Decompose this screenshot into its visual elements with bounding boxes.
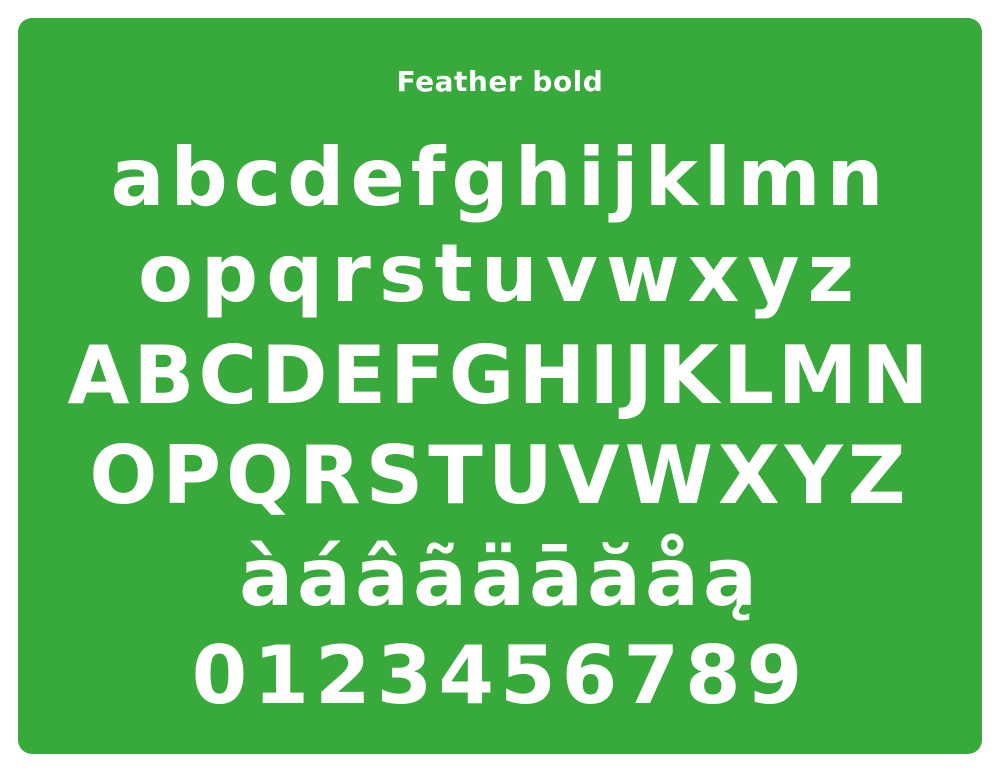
specimen-title: Feather bold — [396, 65, 604, 98]
uppercase-row-o-z: OPQRSTUVWXYZ — [89, 429, 911, 522]
accented-a-row: àáâãäāăåą — [239, 531, 761, 624]
lowercase-row-a-n: abcdefghijklmn — [110, 131, 890, 224]
uppercase-row-a-n: ABCDEFGHIJKLMN — [67, 329, 933, 422]
lowercase-row-o-z: opqrstuvwxyz — [137, 227, 863, 320]
font-specimen-card: Feather bold abcdefghijklmn opqrstuvwxyz… — [18, 18, 982, 754]
digits-row: 0123456789 — [191, 629, 809, 722]
